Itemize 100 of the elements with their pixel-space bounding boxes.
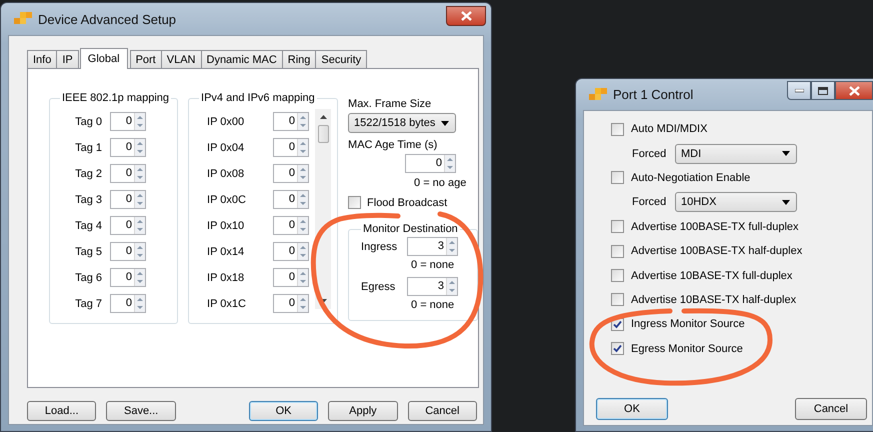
number-field[interactable]: 0 xyxy=(110,268,146,287)
number-field[interactable]: 0 xyxy=(273,216,310,235)
number-field[interactable]: 3 xyxy=(407,237,458,256)
number-field[interactable]: 0 xyxy=(110,216,146,235)
checkbox[interactable] xyxy=(611,220,624,234)
maximize-icon xyxy=(818,86,828,94)
spin-button[interactable] xyxy=(297,165,308,182)
scrollbar[interactable] xyxy=(315,109,332,309)
group-title: Monitor Destination xyxy=(362,223,459,235)
dialog-button[interactable]: Apply xyxy=(328,401,398,421)
spin-button[interactable] xyxy=(134,139,145,156)
close-icon xyxy=(460,11,472,21)
tab[interactable]: Security xyxy=(315,50,368,68)
group-title: IPv4 and IPv6 mapping xyxy=(200,92,316,104)
number-field[interactable]: 3 xyxy=(407,277,458,296)
number-field[interactable]: 0 xyxy=(110,164,146,183)
caret-icon xyxy=(782,151,790,156)
tab[interactable]: Global xyxy=(80,48,128,69)
spin-button[interactable] xyxy=(297,295,308,312)
dropdown[interactable]: MDI xyxy=(675,144,797,164)
number-field[interactable]: 0 xyxy=(273,294,310,313)
checkbox[interactable] xyxy=(611,244,624,258)
number-field[interactable]: 0 xyxy=(110,112,146,131)
checkbox[interactable] xyxy=(611,122,624,136)
spin-button[interactable] xyxy=(446,278,458,295)
tab[interactable]: Info xyxy=(27,50,58,68)
dialog-button[interactable]: OK xyxy=(596,398,668,420)
number-field[interactable]: 0 xyxy=(110,138,146,157)
dropdown[interactable]: 1522/1518 bytes xyxy=(348,113,456,133)
spin-button[interactable] xyxy=(444,155,456,172)
dropdown[interactable]: 10HDX xyxy=(675,192,797,212)
spin-button[interactable] xyxy=(134,165,145,182)
spin-button[interactable] xyxy=(134,295,145,312)
tab[interactable]: VLAN xyxy=(160,50,202,68)
dialog-button[interactable]: Cancel xyxy=(795,398,867,420)
spin-button[interactable] xyxy=(297,113,308,130)
scroll-thumb[interactable] xyxy=(318,125,329,143)
number-field[interactable]: 0 xyxy=(273,164,310,183)
field-label: Tag 4 xyxy=(74,220,102,232)
number-field[interactable]: 0 xyxy=(273,268,310,287)
checkbox-label: Auto-Negotiation Enable xyxy=(631,172,750,184)
close-button[interactable] xyxy=(835,81,873,100)
field-label: Tag 5 xyxy=(74,246,102,258)
field-label: Tag 7 xyxy=(74,298,102,310)
field-label: IP 0x00 xyxy=(206,116,246,128)
checkbox-label: Ingress Monitor Source xyxy=(631,318,745,330)
checkbox[interactable] xyxy=(348,196,362,209)
spin-button[interactable] xyxy=(134,243,145,260)
spin-button[interactable] xyxy=(446,238,458,255)
field-label: Forced xyxy=(632,148,665,160)
dialog-button[interactable]: Cancel xyxy=(408,401,478,421)
field-label: IP 0x10 xyxy=(206,220,246,232)
field-label: MAC Age Time (s) xyxy=(348,139,438,151)
number-field[interactable]: 0 xyxy=(273,112,310,131)
hint-text: 0 = no age xyxy=(414,177,468,189)
number-field[interactable]: 0 xyxy=(110,190,146,209)
app-logo-icon xyxy=(589,86,607,102)
field-label: Tag 1 xyxy=(74,142,102,154)
checkbox-label: Flood Broadcast xyxy=(367,196,448,208)
scroll-down-icon[interactable] xyxy=(320,299,327,303)
spin-button[interactable] xyxy=(297,243,308,260)
number-field[interactable]: 0 xyxy=(110,242,146,261)
field-label: IP 0x14 xyxy=(206,246,246,258)
checkbox-label: Advertise 100BASE-TX full-duplex xyxy=(631,220,799,233)
field-label: Max. Frame Size xyxy=(348,98,432,110)
dialog-button[interactable]: OK xyxy=(248,401,318,421)
spin-button[interactable] xyxy=(297,269,308,286)
checkbox[interactable] xyxy=(611,171,624,184)
number-field[interactable]: 0 xyxy=(273,190,310,209)
spin-button[interactable] xyxy=(297,139,308,156)
number-field[interactable]: 0 xyxy=(273,138,310,157)
checkbox-label: Advertise 10BASE-TX half-duplex xyxy=(631,294,796,306)
checkbox[interactable] xyxy=(611,269,624,282)
field-label: IP 0x18 xyxy=(206,272,246,284)
number-field[interactable]: 0 xyxy=(110,294,146,313)
app-logo-icon xyxy=(14,11,32,27)
scroll-up-icon[interactable] xyxy=(320,115,327,119)
spin-button[interactable] xyxy=(297,217,308,234)
dialog-button[interactable]: Save... xyxy=(106,401,176,421)
spin-button[interactable] xyxy=(134,269,145,286)
spin-button[interactable] xyxy=(134,217,145,234)
number-field[interactable]: 0 xyxy=(405,154,456,173)
checkbox-label: Advertise 100BASE-TX half-duplex xyxy=(631,245,802,258)
spin-button[interactable] xyxy=(134,191,145,208)
dialog-button[interactable]: Load... xyxy=(27,401,96,421)
field-label: IP 0x1C xyxy=(206,298,247,310)
minimize-button[interactable] xyxy=(787,81,811,100)
spin-button[interactable] xyxy=(134,113,145,130)
tab[interactable]: Ring xyxy=(282,50,316,68)
field-label: IP 0x0C xyxy=(206,194,247,206)
number-field[interactable]: 0 xyxy=(273,242,310,261)
checkbox[interactable] xyxy=(611,342,624,356)
close-button[interactable] xyxy=(446,6,486,26)
tab[interactable]: Port xyxy=(130,50,162,68)
checkbox[interactable] xyxy=(611,293,624,306)
spin-button[interactable] xyxy=(297,191,308,208)
tab[interactable]: IP xyxy=(56,50,79,68)
maximize-button[interactable] xyxy=(811,81,835,100)
checkbox-label: Advertise 10BASE-TX full-duplex xyxy=(631,270,792,282)
tab[interactable]: Dynamic MAC xyxy=(200,50,283,68)
